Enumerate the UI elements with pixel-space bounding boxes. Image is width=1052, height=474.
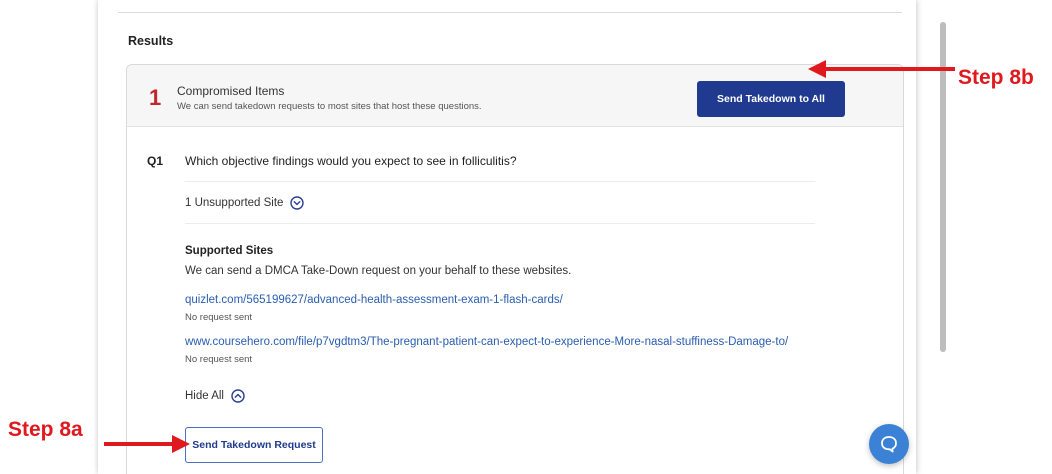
site-request-status: No request sent (185, 312, 253, 323)
chat-bubble-icon[interactable] (869, 424, 909, 464)
site-request-status: No request sent (185, 354, 253, 365)
compromised-items-card: 1 Compromised Items We can send takedown… (126, 64, 904, 474)
scrollbar-thumb[interactable] (940, 22, 946, 352)
question-text: Which objective findings would you expec… (185, 154, 517, 168)
compromised-items-subtitle: We can send takedown requests to most si… (177, 101, 482, 112)
divider (185, 181, 815, 182)
step-8a-label: Step 8a (8, 418, 83, 441)
hide-all-label: Hide All (185, 390, 224, 402)
chevron-up-circle-icon[interactable] (231, 389, 245, 403)
compromised-items-title: Compromised Items (177, 84, 285, 98)
question-label: Q1 (147, 154, 164, 168)
send-takedown-to-all-button[interactable]: Send Takedown to All (697, 81, 845, 117)
top-divider (118, 12, 902, 13)
unsupported-sites-toggle[interactable]: 1 Unsupported Site (185, 194, 305, 212)
unsupported-sites-label: 1 Unsupported Site (185, 197, 284, 209)
supported-sites-description: We can send a DMCA Take-Down request on … (185, 265, 572, 277)
step-8b-label: Step 8b (958, 66, 1034, 89)
divider (185, 223, 815, 224)
send-takedown-request-button[interactable]: Send Takedown Request (185, 427, 323, 463)
site-link[interactable]: www.coursehero.com/file/p7vgdtm3/The-pre… (185, 336, 788, 348)
card-header: 1 Compromised Items We can send takedown… (127, 65, 903, 127)
results-heading: Results (128, 34, 174, 48)
hide-all-toggle[interactable]: Hide All (185, 387, 245, 405)
supported-sites-heading: Supported Sites (185, 245, 274, 257)
site-link[interactable]: quizlet.com/565199627/advanced-health-as… (185, 294, 563, 306)
compromised-count: 1 (149, 85, 162, 110)
scrollbar[interactable] (940, 22, 946, 352)
chevron-down-circle-icon[interactable] (290, 196, 305, 210)
